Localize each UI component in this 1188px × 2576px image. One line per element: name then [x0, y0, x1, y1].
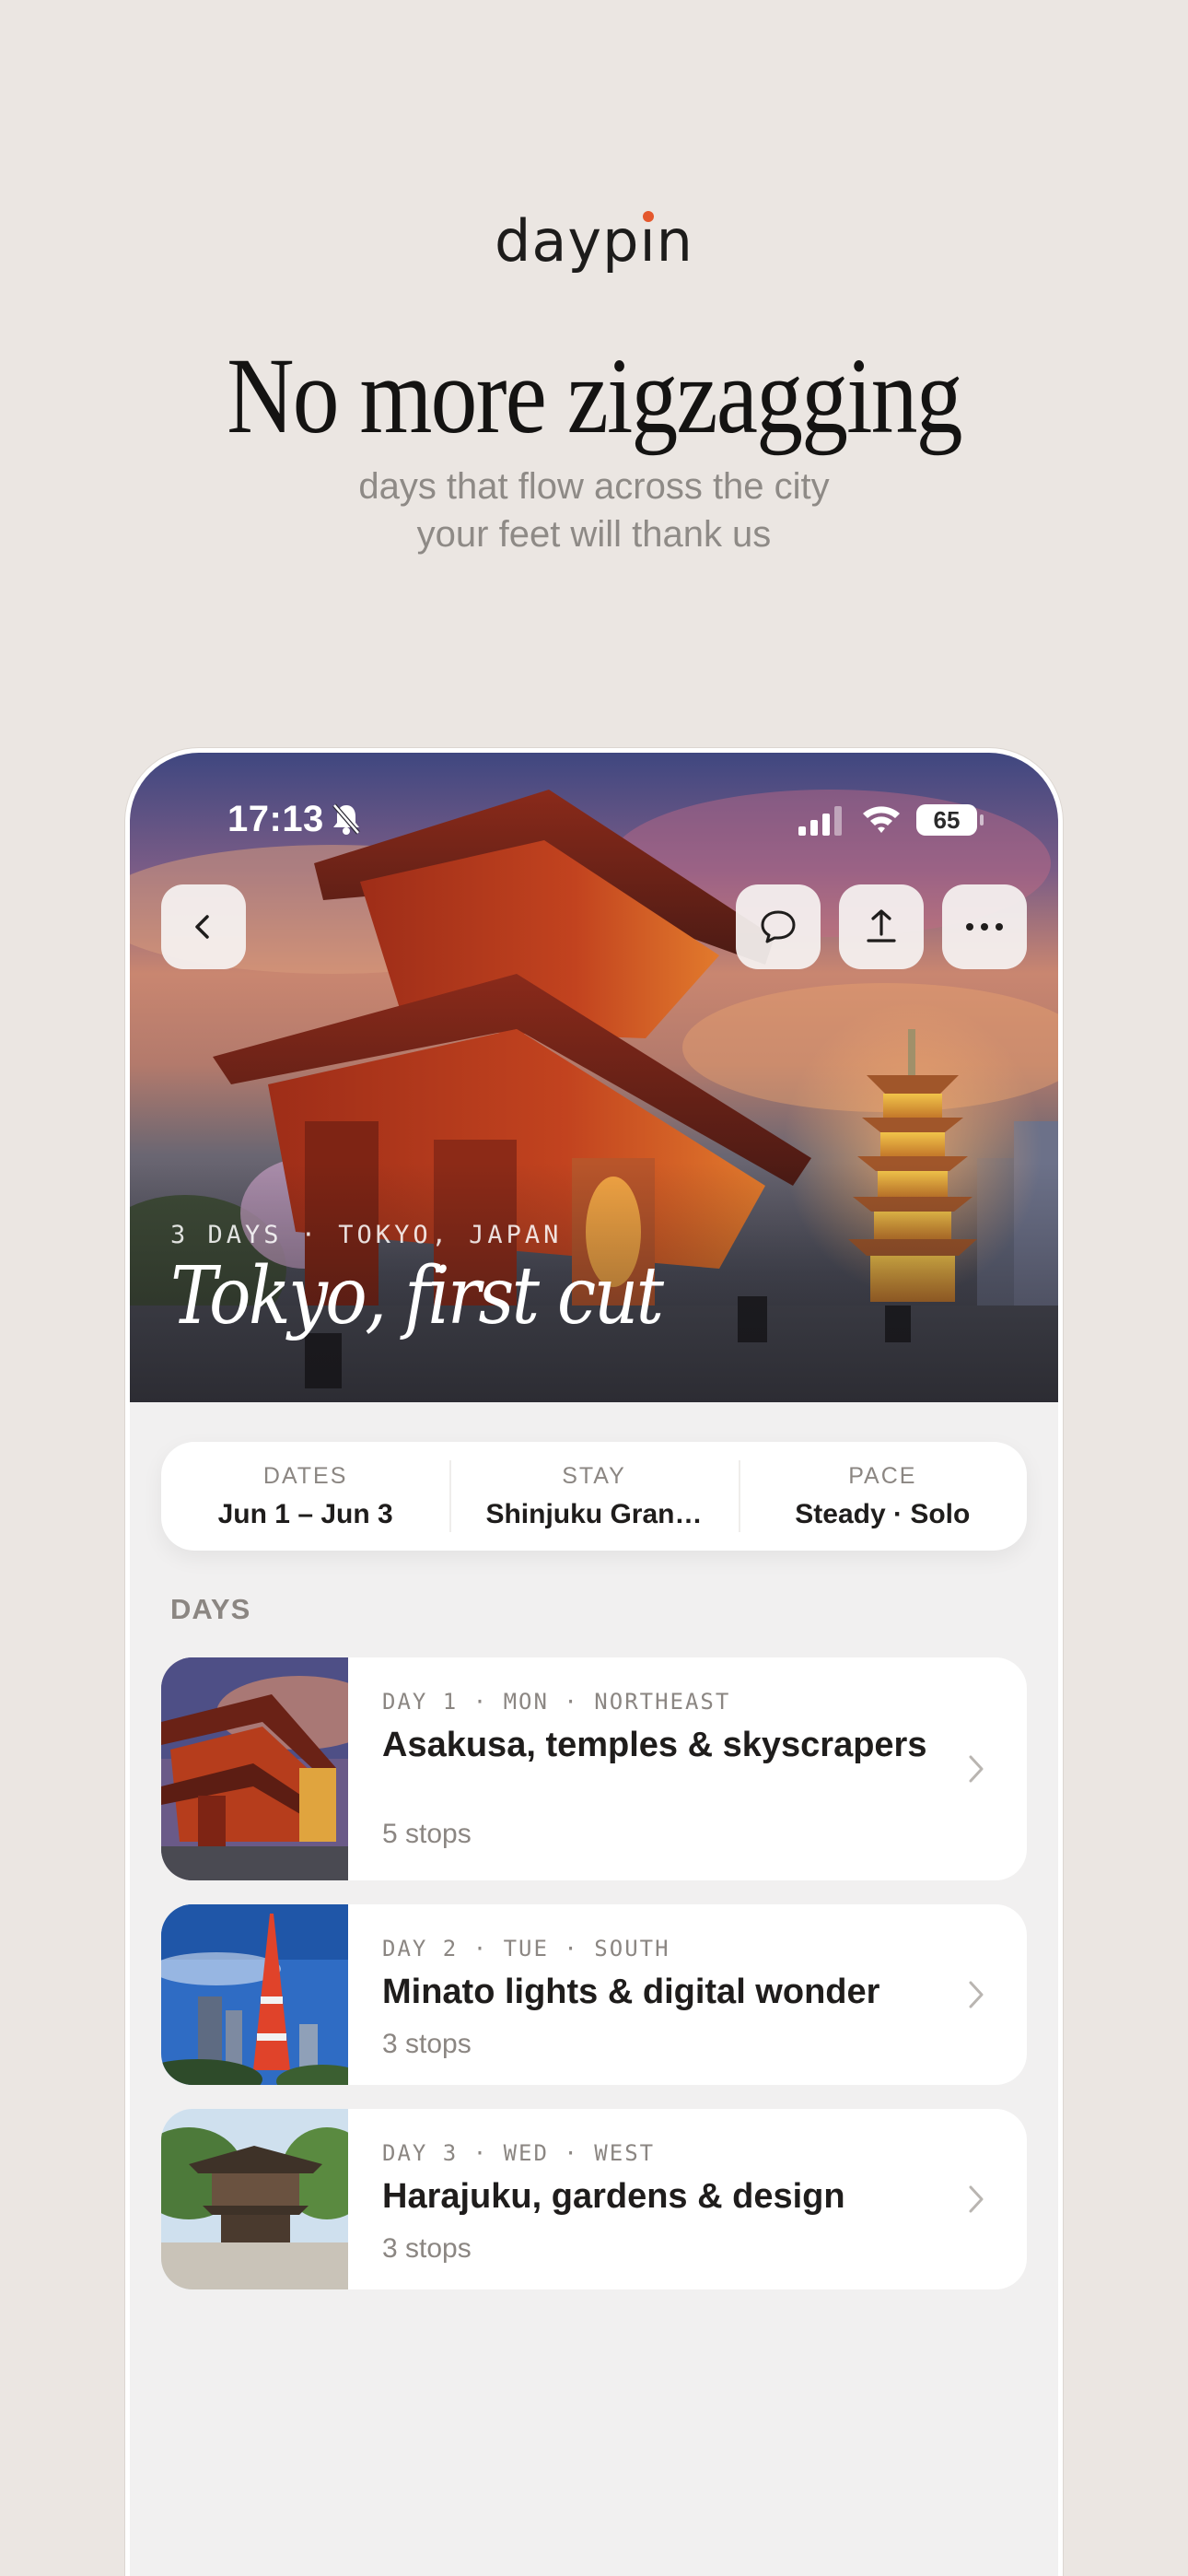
- marketing-headline: No more zigzagging: [227, 335, 962, 456]
- brand-name-i: ı: [639, 207, 657, 275]
- brand-logo: daypın: [0, 207, 1188, 275]
- chat-bubble-icon: [761, 910, 796, 943]
- wifi-icon: [863, 806, 900, 833]
- info-label: PACE: [848, 1462, 917, 1489]
- share-button[interactable]: [839, 884, 924, 969]
- info-value: Shinjuku Gran…: [485, 1498, 703, 1529]
- chevron-right-icon: [969, 2185, 984, 2213]
- day-stops-count: 3 stops: [382, 2029, 472, 2059]
- back-button[interactable]: [161, 884, 246, 969]
- trip-info-card: DATES Jun 1 – Jun 3 STAY Shinjuku Gran… …: [161, 1442, 1027, 1551]
- brand-name-part: dayp: [495, 207, 640, 275]
- day-stops-count: 3 stops: [382, 2233, 472, 2264]
- day-meta: DAY 1 · MON · NORTHEAST: [382, 1689, 731, 1715]
- signal-icon: [798, 806, 842, 836]
- day-meta: DAY 3 · WED · WEST: [382, 2140, 656, 2166]
- tokyo-tower-thumbnail: [161, 1904, 348, 2085]
- info-label: STAY: [562, 1462, 626, 1489]
- battery-icon: 65: [916, 804, 984, 836]
- day-meta: DAY 2 · TUE · SOUTH: [382, 1936, 670, 1961]
- trip-dates[interactable]: DATES Jun 1 – Jun 3: [161, 1442, 449, 1551]
- marketing-subline: days that flow across the city: [358, 466, 830, 507]
- chevron-left-icon: [195, 915, 209, 939]
- status-time: 17:13: [227, 799, 324, 839]
- more-options-button[interactable]: [942, 884, 1027, 969]
- info-value: Jun 1 – Jun 3: [217, 1498, 393, 1529]
- hero-image: 17:13 65 3 DAYS · TOKYO, JAPAN Tokyo, fi…: [130, 753, 1058, 1402]
- bell-slash-icon: [332, 803, 360, 835]
- day-card[interactable]: DAY 3 · WED · WEST Harajuku, gardens & d…: [161, 2109, 1027, 2289]
- day-card[interactable]: DAY 2 · TUE · SOUTH Minato lights & digi…: [161, 1904, 1027, 2085]
- phone-frame: 17:13 65 3 DAYS · TOKYO, JAPAN Tokyo, fi…: [125, 748, 1063, 2576]
- trip-pace[interactable]: PACE Steady · Solo: [738, 1442, 1027, 1551]
- chevron-right-icon: [969, 1755, 984, 1783]
- trip-eyebrow: 3 DAYS · TOKYO, JAPAN: [170, 1221, 563, 1249]
- day-card[interactable]: DAY 1 · MON · NORTHEAST Asakusa, temples…: [161, 1657, 1027, 1880]
- trip-stay[interactable]: STAY Shinjuku Gran…: [449, 1442, 738, 1551]
- trip-title: Tokyo, first cut: [170, 1250, 664, 1342]
- day-title: Minato lights & digital wonder: [382, 1973, 880, 2011]
- shrine-thumbnail: [161, 2109, 348, 2289]
- share-icon: [867, 909, 896, 943]
- comments-button[interactable]: [736, 884, 821, 969]
- day-title: Asakusa, temples & skyscrapers: [382, 1726, 927, 1764]
- chevron-right-icon: [969, 1981, 984, 2008]
- temple-thumbnail: [161, 1657, 348, 1880]
- brand-name-part: n: [656, 207, 693, 275]
- info-value: Steady · Solo: [795, 1498, 971, 1529]
- days-section-heading: DAYS: [170, 1593, 251, 1625]
- marketing-subline: your feet will thank us: [416, 514, 772, 555]
- day-title: Harajuku, gardens & design: [382, 2177, 845, 2216]
- info-label: DATES: [262, 1462, 348, 1489]
- more-icon: [966, 923, 1003, 931]
- day-stops-count: 5 stops: [382, 1819, 472, 1849]
